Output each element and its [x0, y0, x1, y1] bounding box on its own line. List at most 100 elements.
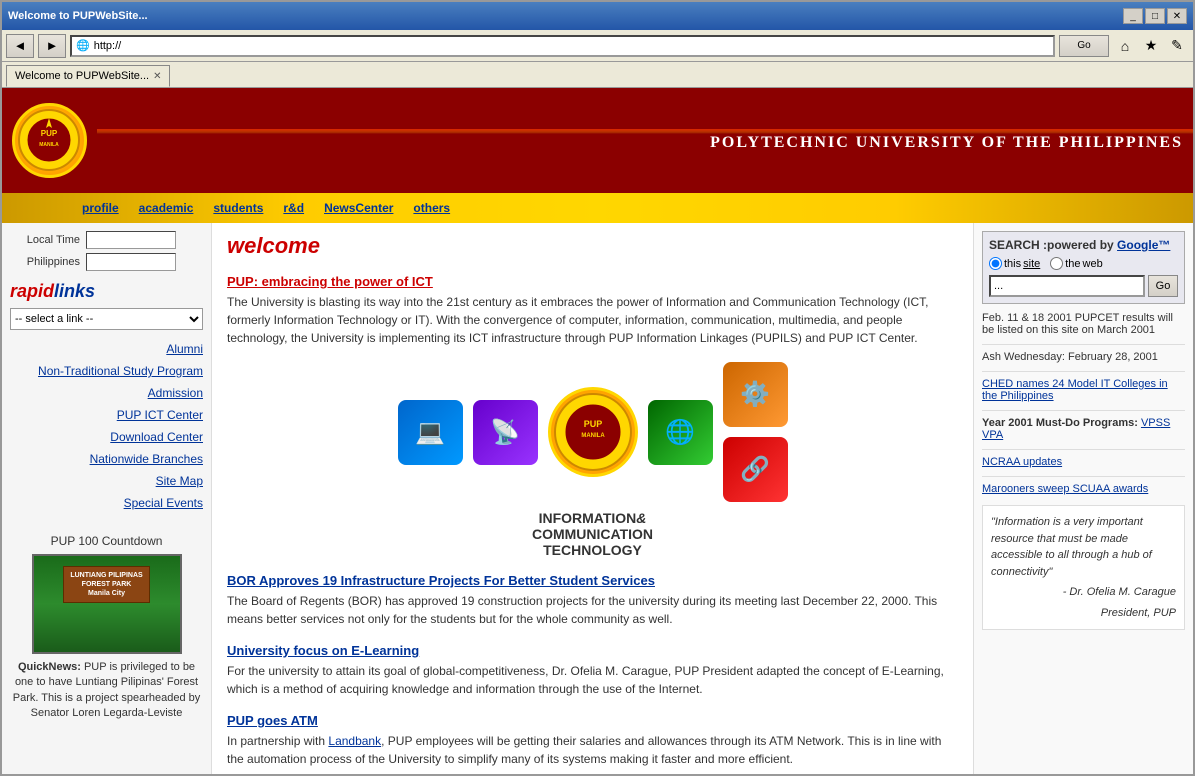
search-title: SEARCH :powered by Google™ [989, 238, 1178, 252]
google-link[interactable]: Google™ [1117, 238, 1170, 252]
site-map-link[interactable]: Site Map [156, 474, 203, 488]
vpss-link[interactable]: VPSS [1141, 417, 1170, 429]
site-text: site [1023, 258, 1040, 270]
news-item-ncraa: NCRAA updates [982, 456, 1185, 468]
marooners-link[interactable]: Marooners sweep SCUAA awards [982, 483, 1148, 495]
ict-title: INFORMATION& COMMUNICATION TECHNOLOGY [227, 510, 958, 558]
browser-window: Welcome to PUPWebSite... _ □ ✕ ◄ ► 🌐 Go … [0, 0, 1195, 776]
local-time-row: Local Time [10, 231, 203, 249]
alumni-link[interactable]: Alumni [166, 342, 203, 356]
ict-icons: 💻 📡 PUP MANILA [227, 362, 958, 502]
philippines-row: Philippines [10, 253, 203, 271]
close-button[interactable]: ✕ [1167, 8, 1187, 24]
download-center-link[interactable]: Download Center [110, 430, 203, 444]
favorites-icon[interactable]: ★ [1139, 34, 1163, 58]
search-go-button[interactable]: Go [1148, 275, 1178, 297]
forward-button[interactable]: ► [38, 34, 66, 58]
go-button[interactable]: Go [1059, 35, 1109, 57]
ict-icon-red[interactable]: 🔗 [723, 437, 788, 502]
local-time-section: Local Time Philippines [10, 231, 203, 271]
article-bor-body: The Board of Regents (BOR) has approved … [227, 592, 958, 628]
nav-link-academic[interactable]: academic [139, 201, 194, 215]
divider [982, 476, 1185, 477]
tab-active[interactable]: Welcome to PUPWebSite... ✕ [6, 65, 170, 87]
news-item-ched: CHED names 24 Model IT Colleges in the P… [982, 378, 1185, 402]
tab-close-icon[interactable]: ✕ [153, 71, 161, 82]
maximize-button[interactable]: □ [1145, 8, 1165, 24]
back-button[interactable]: ◄ [6, 34, 34, 58]
svg-text:PUP: PUP [41, 129, 58, 138]
article-bor-link[interactable]: BOR Approves 19 Infrastructure Projects … [227, 573, 655, 588]
nationwide-branches-link[interactable]: Nationwide Branches [90, 452, 203, 466]
edit-icon[interactable]: ✎ [1165, 34, 1189, 58]
ict-icon-green[interactable]: 🌐 [648, 400, 713, 465]
search-input[interactable] [989, 275, 1145, 297]
quicknews-label: QuickNews: [18, 661, 81, 673]
pup-ict-link[interactable]: PUP ICT Center [117, 408, 203, 422]
forest-sign-line3: Manila City [70, 589, 142, 598]
window-title: Welcome to PUPWebSite... [8, 10, 148, 22]
links-text: links [54, 281, 95, 301]
main-area: Local Time Philippines rapidlinks -- sel… [2, 223, 1193, 774]
list-item: Admission [10, 382, 203, 404]
local-time-label: Local Time [10, 234, 80, 246]
radio-web[interactable] [1050, 257, 1063, 270]
special-events-link[interactable]: Special Events [124, 496, 203, 510]
vpss-label: Year 2001 Must-Do Programs: [982, 417, 1138, 429]
non-traditional-link[interactable]: Non-Traditional Study Program [38, 364, 203, 378]
pup-seal-center: PUP MANILA [548, 387, 638, 477]
browser-content: PUP MANILA POLYTECHNIC UNIVERSITY OF THE… [2, 88, 1193, 774]
minimize-button[interactable]: _ [1123, 8, 1143, 24]
list-item: PUP ICT Center [10, 404, 203, 426]
list-item: Download Center [10, 426, 203, 448]
article-bor: BOR Approves 19 Infrastructure Projects … [227, 573, 958, 628]
news-item-marooners: Marooners sweep SCUAA awards [982, 483, 1185, 495]
radio-this-site[interactable] [989, 257, 1002, 270]
quote-box: "Information is a very important resourc… [982, 505, 1185, 630]
article-ict: PUP: embracing the power of ICT The Univ… [227, 274, 958, 347]
nav-link-newscenter[interactable]: NewsCenter [324, 201, 393, 215]
forest-sign-line1: LUNTIANG PILIPINAS [70, 571, 142, 580]
ict-icon-computer[interactable]: 💻 [398, 400, 463, 465]
article-ict-title: PUP: embracing the power of ICT [227, 274, 958, 289]
article-atm-body: In partnership with Landbank, PUP employ… [227, 732, 958, 768]
vpa-link[interactable]: VPA [982, 429, 1003, 441]
landbank-link[interactable]: Landbank [328, 734, 381, 748]
website: PUP MANILA POLYTECHNIC UNIVERSITY OF THE… [2, 88, 1193, 774]
home-icon[interactable]: ⌂ [1113, 34, 1137, 58]
ict-icon-purple[interactable]: 📡 [473, 400, 538, 465]
ched-link[interactable]: CHED names 24 Model IT Colleges in the P… [982, 378, 1168, 402]
welcome-title: welcome [227, 233, 958, 259]
list-item: Non-Traditional Study Program [10, 360, 203, 382]
article-elearning: University focus on E-Learning For the u… [227, 643, 958, 698]
nav-link-rd[interactable]: r&d [283, 201, 304, 215]
select-link-dropdown[interactable]: -- select a link -- [10, 308, 203, 330]
article-atm-link[interactable]: PUP goes ATM [227, 713, 318, 728]
ncraa-link[interactable]: NCRAA updates [982, 456, 1062, 468]
article-ict-body: The University is blasting its way into … [227, 293, 958, 347]
philippines-label: Philippines [10, 256, 80, 268]
ict-icon-orange[interactable]: ⚙️ [723, 362, 788, 427]
title-bar: Welcome to PUPWebSite... _ □ ✕ [2, 2, 1193, 30]
address-input[interactable] [94, 40, 1049, 52]
article-bor-title: BOR Approves 19 Infrastructure Projects … [227, 573, 958, 588]
list-item: Nationwide Branches [10, 448, 203, 470]
rapidlinks-title: rapidlinks [10, 281, 203, 302]
nav-link-profile[interactable]: profile [82, 201, 119, 215]
rapid-text: rapid [10, 281, 54, 301]
nav-link-others[interactable]: others [413, 201, 450, 215]
radio-web-label[interactable]: the web [1050, 257, 1102, 270]
search-input-row: Go [989, 275, 1178, 297]
time-display [86, 231, 176, 249]
countdown-section: PUP 100 Countdown LUNTIANG PILIPINAS FOR… [10, 534, 203, 722]
radio-this-site-label[interactable]: this site [989, 257, 1040, 270]
toolbar-icons: ⌂ ★ ✎ [1113, 34, 1189, 58]
nav-link-students[interactable]: students [213, 201, 263, 215]
quicknews-text: QuickNews: PUP is privileged to be one t… [10, 660, 203, 722]
tab-bar: Welcome to PUPWebSite... ✕ [2, 62, 1193, 88]
admission-link[interactable]: Admission [148, 386, 203, 400]
news-item-vpss: Year 2001 Must-Do Programs: VPSS VPA [982, 417, 1185, 441]
ash-text: Ash Wednesday: February 28, 2001 [982, 351, 1158, 363]
article-elearning-body: For the university to attain its goal of… [227, 662, 958, 698]
article-elearning-link[interactable]: University focus on E-Learning [227, 643, 419, 658]
